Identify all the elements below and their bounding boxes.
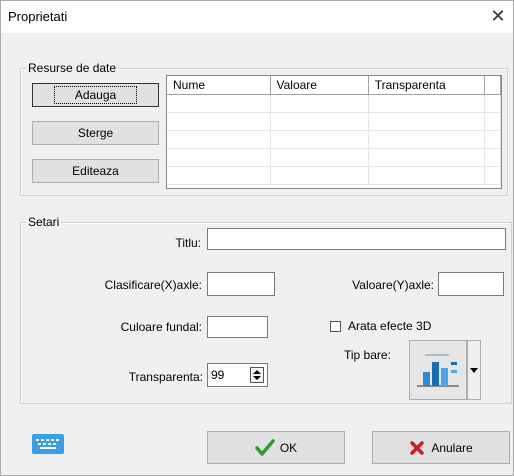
y-axis-label: Valoare(Y)axle: (352, 278, 434, 292)
x-icon (410, 440, 425, 455)
settings-legend: Setari (26, 215, 62, 229)
bar-chart-icon (417, 354, 459, 387)
column-header-name[interactable]: Nume (167, 76, 271, 95)
chevron-down-icon (470, 367, 478, 373)
y-axis-input[interactable] (438, 272, 504, 296)
column-header-transparency[interactable]: Transparenta (368, 76, 486, 95)
ok-button-label: OK (279, 440, 298, 455)
checkmark-icon (255, 438, 275, 456)
table-row[interactable] (167, 112, 501, 131)
table-row[interactable] (167, 94, 501, 113)
add-button-label: Adauga (53, 86, 138, 104)
edit-button[interactable]: Editeaza (32, 159, 159, 183)
x-axis-input[interactable] (207, 272, 275, 296)
keyboard-icon[interactable] (32, 434, 64, 454)
bar-type-preview[interactable] (409, 340, 467, 400)
edit-button-label: Editeaza (72, 164, 119, 178)
bar-type-label: Tip bare: (344, 348, 391, 362)
data-sources-grid[interactable]: Nume Valoare Transparenta (166, 75, 502, 189)
column-header-filler (484, 76, 501, 95)
transparency-spinner[interactable] (207, 363, 268, 387)
keyboard-keys (36, 439, 59, 449)
spinner-buttons[interactable] (250, 367, 264, 383)
title-input[interactable] (207, 228, 506, 250)
bar-type-dropdown[interactable] (409, 340, 481, 400)
column-header-value[interactable]: Valoare (270, 76, 369, 95)
add-button[interactable]: Adauga (32, 83, 159, 107)
table-row[interactable] (167, 130, 501, 149)
spinner-down-icon[interactable] (253, 376, 261, 380)
delete-button-label: Sterge (77, 126, 114, 140)
grid-header-row: Nume Valoare Transparenta (167, 76, 501, 95)
transparency-label: Transparenta: (128, 370, 203, 384)
delete-button[interactable]: Sterge (32, 121, 159, 145)
background-color-swatch[interactable] (207, 316, 268, 338)
cancel-button-label: Anulare (431, 440, 473, 455)
bar-type-dropdown-arrow[interactable] (467, 340, 481, 400)
background-color-label: Culoare fundal: (120, 320, 202, 334)
show-3d-checkbox[interactable] (330, 321, 341, 332)
spinner-up-icon[interactable] (253, 370, 261, 374)
title-label: Titlu: (175, 236, 201, 250)
data-sources-legend: Resurse de date (26, 61, 119, 75)
table-row[interactable] (167, 166, 501, 185)
cancel-button[interactable]: Anulare (372, 431, 510, 464)
window-title: Proprietati (8, 9, 68, 24)
ok-button[interactable]: OK (207, 431, 345, 464)
show-3d-label[interactable]: Arata efecte 3D (348, 319, 431, 333)
close-icon[interactable]: ✕ (486, 4, 510, 28)
title-bar (0, 0, 514, 33)
transparency-input[interactable] (209, 365, 249, 385)
x-axis-label: Clasificare(X)axle: (104, 278, 202, 292)
table-row[interactable] (167, 148, 501, 167)
